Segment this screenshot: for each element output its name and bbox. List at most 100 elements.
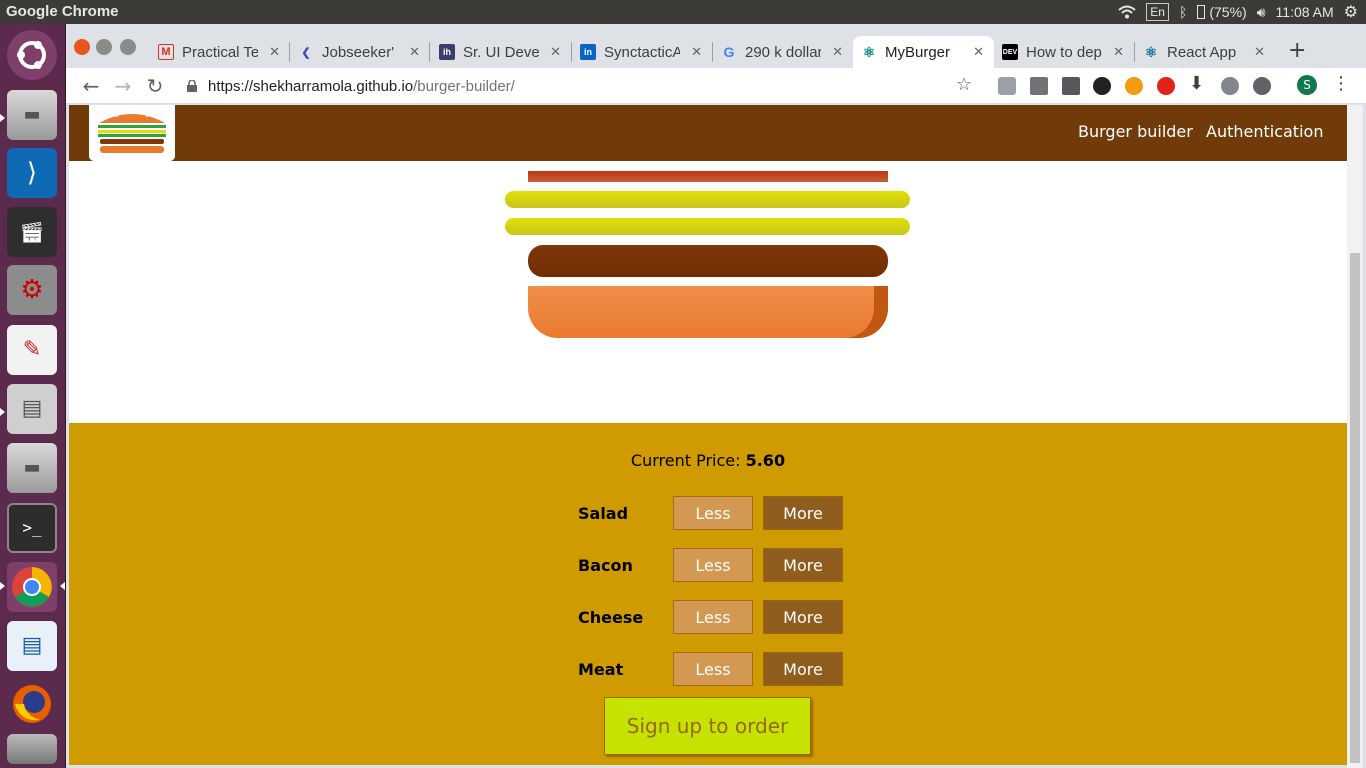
reload-button[interactable]: ↻	[142, 73, 168, 99]
scrollbar-thumb[interactable]	[1350, 253, 1360, 763]
nav-link-burger-builder[interactable]: Burger builder	[1078, 122, 1193, 141]
back-button[interactable]: ←	[78, 73, 104, 99]
less-cheese-button[interactable]: Less	[673, 600, 753, 634]
browser-toolbar: ← → ↻ https://shekharramola.github.io/bu…	[66, 68, 1366, 104]
wappalyzer-icon[interactable]	[1093, 77, 1111, 95]
opera-icon[interactable]	[1157, 77, 1175, 95]
tab-dev-to[interactable]: DEV How to dep ✕	[994, 36, 1134, 68]
close-icon[interactable]: ✕	[269, 44, 280, 60]
tab-myburger[interactable]: ⚛ MyBurger ✕	[853, 36, 994, 68]
angular-icon[interactable]	[1030, 77, 1048, 95]
tab-jobseeker[interactable]: ❮ Jobseeker' ✕	[290, 36, 430, 68]
maximize-window-button[interactable]	[120, 39, 136, 55]
wifi-icon[interactable]	[1118, 5, 1136, 19]
burger-meat-layer	[528, 245, 888, 277]
burger-salad-layer	[505, 191, 910, 208]
tab-sr-ui-developer[interactable]: ih Sr. UI Devel ✕	[431, 36, 571, 68]
page-scrollbar[interactable]	[1347, 105, 1363, 768]
tab-linkedin[interactable]: in SynctacticA ✕	[572, 36, 712, 68]
close-icon[interactable]: ✕	[832, 44, 843, 60]
burger-bacon-layer	[528, 171, 888, 182]
linkedin-icon: in	[580, 44, 596, 60]
app-title: Google Chrome	[6, 3, 119, 20]
close-icon[interactable]: ✕	[409, 44, 420, 60]
close-icon[interactable]: ✕	[691, 44, 702, 60]
build-controls: Current Price: 5.60 Salad Less More Baco…	[69, 423, 1347, 765]
close-icon[interactable]: ✕	[1254, 44, 1265, 60]
text-editor-icon[interactable]: ✎	[7, 325, 57, 375]
react-icon: ⚛	[862, 43, 876, 60]
download-icon[interactable]: ⬇	[1189, 73, 1204, 94]
vscode-icon[interactable]: ⟩	[7, 148, 57, 198]
site-toolbar: Burger builder Authentication	[69, 105, 1347, 161]
ih-icon: ih	[439, 44, 455, 60]
bookmark-star-icon[interactable]: ☆	[956, 74, 972, 95]
volume-icon[interactable]: 🔊︎	[1257, 4, 1266, 21]
chrome-icon[interactable]	[7, 562, 57, 612]
minimize-window-button[interactable]	[96, 39, 112, 55]
video-editor-icon[interactable]: 🎬︎	[7, 207, 57, 257]
close-icon[interactable]: ✕	[1113, 44, 1124, 60]
page-viewport: Burger builder Authentication Current Pr…	[69, 105, 1347, 765]
new-tab-button[interactable]: +	[1288, 38, 1306, 63]
file-cabinet-icon[interactable]: ▤	[7, 384, 57, 434]
profile-avatar[interactable]: S	[1297, 75, 1317, 95]
browser-window: M Practical Te ✕ ❮ Jobseeker' ✕ ih Sr. U…	[66, 24, 1366, 768]
google-icon: G	[723, 44, 735, 60]
react-icon: ⚛	[1144, 43, 1158, 60]
tab-strip: M Practical Te ✕ ❮ Jobseeker' ✕ ih Sr. U…	[66, 24, 1366, 68]
burger-logo[interactable]	[89, 105, 175, 161]
nav-link-authentication[interactable]: Authentication	[1206, 122, 1323, 141]
dark-mode-icon[interactable]	[1253, 77, 1271, 95]
ingredient-label: Salad	[578, 504, 629, 523]
clock[interactable]: 11:08 AM	[1276, 4, 1334, 20]
angular-devtools-icon[interactable]	[1062, 77, 1080, 95]
ubuntu-dash-icon[interactable]	[7, 30, 57, 80]
close-icon[interactable]: ✕	[973, 44, 984, 60]
close-icon[interactable]: ✕	[550, 44, 561, 60]
more-bacon-button[interactable]: More	[763, 548, 843, 582]
menu-kebab-icon[interactable]: ⋮	[1332, 73, 1350, 94]
kendo-icon: ❮	[301, 46, 311, 59]
trash-icon[interactable]	[7, 734, 57, 764]
settings-icon[interactable]: ⚙	[7, 265, 57, 315]
gmail-icon: M	[158, 44, 174, 60]
launcher: ▬ ⟩ 🎬︎ ⚙ ✎ ▤ ▬ >_ ▤	[0, 24, 66, 768]
system-top-panel: Google Chrome En ᛒ (75%) 🔊︎ 11:08 AM ⚙	[0, 0, 1366, 24]
more-salad-button[interactable]: More	[763, 496, 843, 530]
price-value: 5.60	[745, 451, 786, 470]
ingredient-label: Bacon	[578, 556, 633, 575]
sign-up-to-order-button[interactable]: Sign up to order	[604, 697, 811, 755]
ingredient-label: Meat	[578, 660, 624, 679]
burger-bread-bottom	[528, 286, 888, 338]
tab-react-app[interactable]: ⚛ React App ✕	[1135, 36, 1275, 68]
metamask-icon[interactable]	[1125, 77, 1143, 95]
extension-shield-icon[interactable]	[998, 77, 1016, 95]
more-cheese-button[interactable]: More	[763, 600, 843, 634]
close-window-button[interactable]	[74, 39, 90, 55]
url-path: /burger-builder/	[413, 77, 515, 95]
more-meat-button[interactable]: More	[763, 652, 843, 686]
current-price: Current Price: 5.60	[630, 451, 786, 470]
disk-icon[interactable]: ▬	[7, 90, 57, 140]
tab-google-search[interactable]: G 290 k dollar ✕	[713, 36, 853, 68]
disk-icon[interactable]: ▬	[7, 443, 57, 493]
battery-icon[interactable]	[1197, 5, 1206, 19]
gear-icon[interactable]: ⚙	[1344, 2, 1358, 22]
bluetooth-icon[interactable]: ᛒ	[1179, 4, 1187, 20]
lock-icon[interactable]	[186, 80, 198, 92]
less-bacon-button[interactable]: Less	[673, 548, 753, 582]
forward-button[interactable]: →	[110, 73, 136, 99]
terminal-icon[interactable]: >_	[7, 503, 57, 553]
dev-icon: DEV	[1002, 44, 1018, 60]
firefox-icon[interactable]	[7, 679, 57, 729]
less-salad-button[interactable]: Less	[673, 496, 753, 530]
url-host: https://shekharramola.github.io	[208, 77, 414, 95]
address-bar[interactable]: https://shekharramola.github.io/burger-b…	[172, 70, 1002, 102]
less-meat-button[interactable]: Less	[673, 652, 753, 686]
tab-gmail[interactable]: M Practical Te ✕	[150, 36, 290, 68]
burger-salad-layer	[505, 218, 910, 235]
keyboard-layout-indicator[interactable]: En	[1146, 3, 1169, 21]
writer-icon[interactable]: ▤	[7, 621, 57, 671]
extension-gear-icon[interactable]	[1221, 77, 1239, 95]
